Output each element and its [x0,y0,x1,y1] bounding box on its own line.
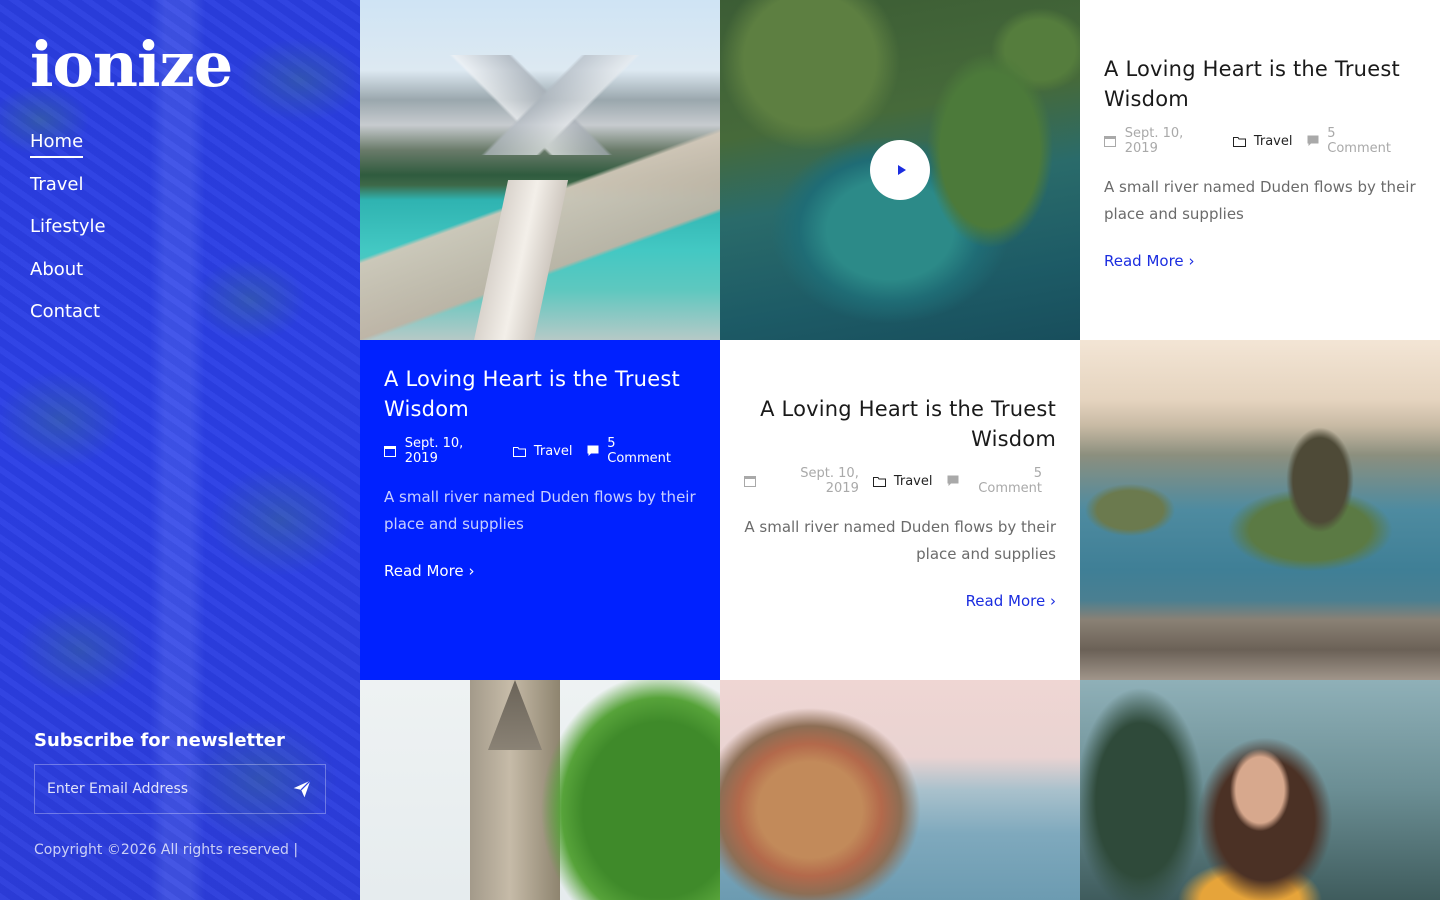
calendar-icon [744,475,757,488]
read-more-label: Read More [1104,252,1184,270]
newsletter-form: Subscribe for newsletter [34,730,326,814]
email-input[interactable] [47,781,267,797]
post-category-text: Travel [1253,133,1293,149]
post-comments[interactable]: 5 Comment [587,436,683,466]
post-comments-text: 5 Comment [607,436,671,466]
post-card-1: A Loving Heart is the Truest Wisdom Sept… [1080,0,1440,340]
post-image-rio-bay[interactable] [1080,340,1440,680]
post-meta: Sept. 10, 2019 Travel 5 Comment [744,466,1056,496]
main-nav: Home Travel Lifestyle About Contact [30,131,106,344]
nav-travel[interactable]: Travel [30,174,84,199]
post-title[interactable]: A Loving Heart is the Truest Wisdom [1104,54,1416,114]
play-icon [897,165,906,175]
read-more-label: Read More [965,592,1046,610]
comment-icon [947,475,960,488]
send-icon[interactable] [291,778,313,800]
post-comments-text: 5 Comment [1327,126,1391,156]
post-card-3: A Loving Heart is the Truest Wisdom Sept… [720,340,1080,680]
post-meta: Sept. 10, 2019 Travel 5 Comment [1104,126,1416,156]
nav-about[interactable]: About [30,259,83,284]
chevron-right-icon: › [468,562,475,580]
post-date[interactable]: Sept. 10, 2019 [384,436,499,466]
comment-icon [1307,135,1320,148]
newsletter-heading: Subscribe for newsletter [34,730,285,751]
site-logo[interactable]: ionize [30,34,233,96]
post-image-clock-tower[interactable] [360,680,720,900]
post-category[interactable]: Travel [512,443,573,459]
post-meta: Sept. 10, 2019 Travel 5 Comment [384,436,696,466]
post-comments-text: 5 Comment [978,466,1042,496]
post-category[interactable]: Travel [872,473,933,489]
post-date-text: Sept. 10, 2019 [1124,126,1184,156]
post-excerpt: A small river named Duden flows by their… [384,488,696,533]
post-date-text: Sept. 10, 2019 [800,466,859,496]
post-date-text: Sept. 10, 2019 [404,436,464,466]
comment-icon [587,445,600,458]
chevron-right-icon: › [1188,252,1195,270]
nav-contact[interactable]: Contact [30,301,100,326]
calendar-icon [1104,135,1117,148]
post-image-cliff-village[interactable] [720,680,1080,900]
post-comments[interactable]: 5 Comment [1307,126,1403,156]
post-image-portrait[interactable] [1080,680,1440,900]
read-more-link[interactable]: Read More › [1104,252,1194,270]
post-excerpt: A small river named Duden flows by their… [1104,178,1416,223]
folder-icon [872,475,886,488]
copyright-text: Copyright ©2026 All rights reserved | [34,842,299,858]
post-category-text: Travel [533,443,573,459]
post-title[interactable]: A Loving Heart is the Truest Wisdom [744,394,1056,454]
read-more-link[interactable]: Read More › [384,562,474,580]
nav-lifestyle[interactable]: Lifestyle [30,216,106,241]
post-excerpt: A small river named Duden flows by their… [744,518,1056,563]
post-date[interactable]: Sept. 10, 2019 [1104,126,1219,156]
play-video-button[interactable] [870,140,930,200]
sidebar: ionize Home Travel Lifestyle About Conta… [0,0,360,900]
post-comments[interactable]: 5 Comment [947,466,1042,496]
folder-icon [512,445,526,458]
post-category-text: Travel [893,473,933,489]
post-image-aerial-coast[interactable] [720,0,1080,340]
post-title[interactable]: A Loving Heart is the Truest Wisdom [384,364,696,424]
read-more-link[interactable]: Read More › [966,592,1056,610]
nav-home[interactable]: Home [30,131,84,158]
calendar-icon [384,445,397,458]
email-field-wrapper [34,764,326,814]
chevron-right-icon: › [1050,592,1056,610]
post-image-mountain-lake[interactable] [360,0,720,340]
read-more-label: Read More [384,562,464,580]
folder-icon [1232,135,1246,148]
post-category[interactable]: Travel [1232,133,1293,149]
post-card-2: A Loving Heart is the Truest Wisdom Sept… [360,340,720,680]
post-date[interactable]: Sept. 10, 2019 [744,466,859,496]
